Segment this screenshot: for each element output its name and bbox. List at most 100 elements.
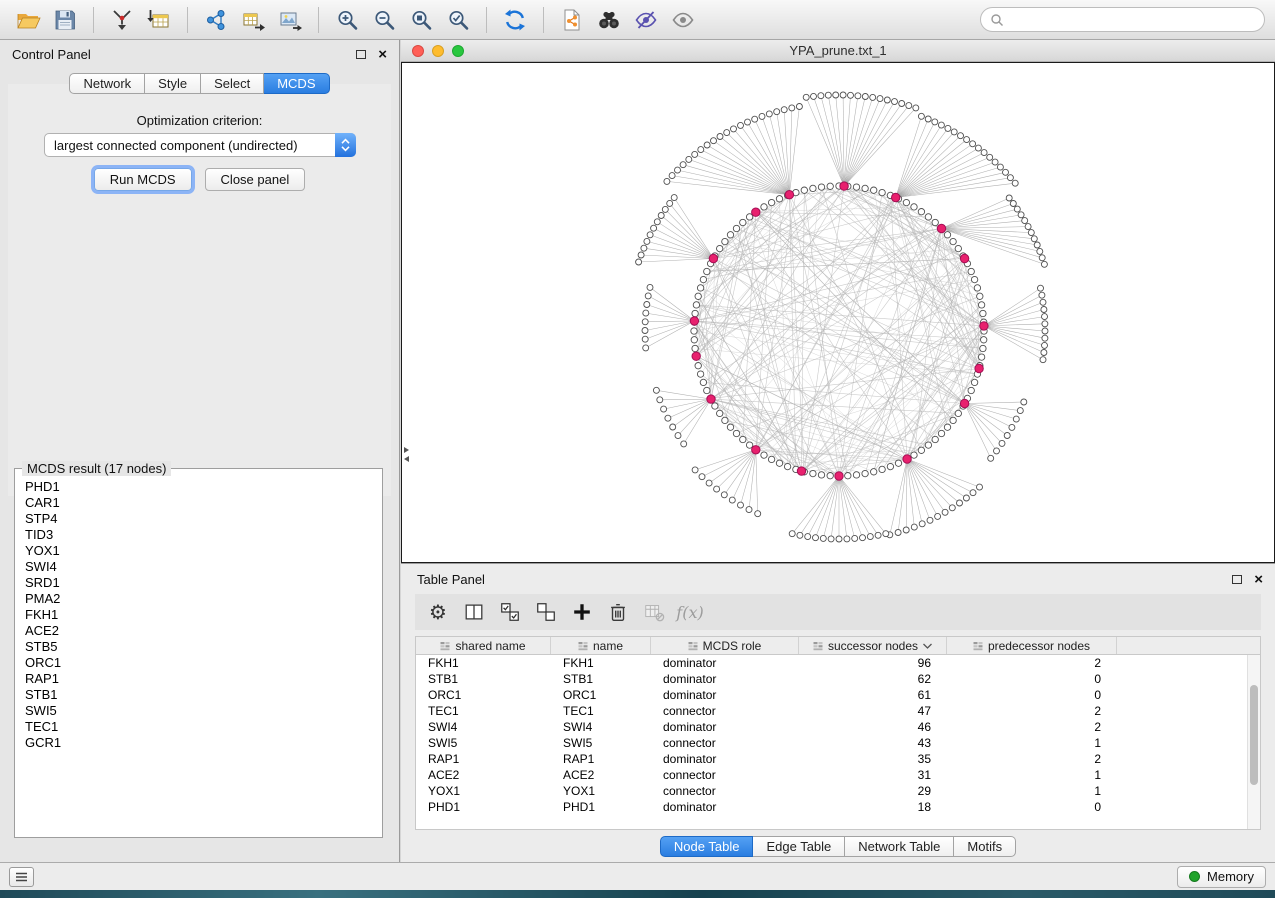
- table-row[interactable]: RAP1RAP1dominator352: [416, 751, 1260, 767]
- chevron-down-icon: [923, 643, 932, 649]
- sort-icon: [688, 641, 698, 651]
- column-chooser-button[interactable]: [459, 598, 489, 626]
- mcds-result-item[interactable]: CAR1: [25, 495, 382, 511]
- function-builder-button[interactable]: f(x): [675, 598, 705, 626]
- column-header-successor-nodes[interactable]: successor nodes: [799, 637, 947, 654]
- mcds-result-item[interactable]: TEC1: [25, 719, 382, 735]
- mcds-result-item[interactable]: SWI4: [25, 559, 382, 575]
- import-table-button[interactable]: [141, 4, 177, 36]
- mcds-result-item[interactable]: PMA2: [25, 591, 382, 607]
- zoom-window-button[interactable]: [452, 45, 464, 57]
- column-header-mcds-role[interactable]: MCDS role: [651, 637, 799, 654]
- tab-node-table[interactable]: Node Table: [660, 836, 754, 857]
- status-menu-button[interactable]: [9, 867, 34, 887]
- table-cell-name: TEC1: [551, 704, 651, 718]
- mcds-result-item[interactable]: SWI5: [25, 703, 382, 719]
- mcds-result-item[interactable]: GCR1: [25, 735, 382, 751]
- zoom-out-button[interactable]: [366, 4, 402, 36]
- table-row[interactable]: SWI5SWI5connector431: [416, 735, 1260, 751]
- select-stepper: [335, 133, 356, 157]
- scrollbar-thumb[interactable]: [1250, 685, 1258, 785]
- tab-edge-table[interactable]: Edge Table: [753, 836, 845, 857]
- run-mcds-button[interactable]: Run MCDS: [94, 168, 192, 191]
- close-panel-button[interactable]: Close panel: [205, 168, 306, 191]
- table-row[interactable]: STB1STB1dominator620: [416, 671, 1260, 687]
- import-table-disabled-button[interactable]: [639, 598, 669, 626]
- export-network-button[interactable]: [198, 4, 234, 36]
- table-row[interactable]: YOX1YOX1connector291: [416, 783, 1260, 799]
- table-row[interactable]: SWI4SWI4dominator462: [416, 719, 1260, 735]
- add-row-button[interactable]: [567, 598, 597, 626]
- mcds-result-item[interactable]: STB5: [25, 639, 382, 655]
- table-scrollbar[interactable]: [1247, 655, 1260, 829]
- tab-motifs[interactable]: Motifs: [954, 836, 1016, 857]
- close-panel-icon[interactable]: ×: [1254, 572, 1263, 587]
- close-panel-icon[interactable]: ×: [378, 47, 387, 62]
- table-cell-name: RAP1: [551, 752, 651, 766]
- table-row[interactable]: ACE2ACE2connector311: [416, 767, 1260, 783]
- zoom-reset-button[interactable]: [403, 4, 439, 36]
- analyzer-button[interactable]: [628, 4, 664, 36]
- toolbar-separator: [543, 7, 544, 33]
- tab-select[interactable]: Select: [201, 73, 264, 94]
- column-header-name[interactable]: name: [551, 637, 651, 654]
- mcds-result-item[interactable]: STP4: [25, 511, 382, 527]
- table-row[interactable]: FKH1FKH1dominator962: [416, 655, 1260, 671]
- import-network-button[interactable]: [104, 4, 140, 36]
- mcds-result-item[interactable]: YOX1: [25, 543, 382, 559]
- column-header-predecessor-nodes[interactable]: predecessor nodes: [947, 637, 1117, 654]
- mcds-result-list[interactable]: PHD1CAR1STP4TID3YOX1SWI4SRD1PMA2FKH1ACE2…: [15, 469, 382, 751]
- function-builder-icon: f(x): [676, 603, 703, 622]
- tab-network[interactable]: Network: [69, 73, 145, 94]
- open-file-button[interactable]: [10, 4, 46, 36]
- float-panel-icon[interactable]: [1232, 575, 1242, 584]
- table-cell-shared-name: FKH1: [416, 656, 551, 670]
- save-button[interactable]: [47, 4, 83, 36]
- minimize-window-button[interactable]: [432, 45, 444, 57]
- memory-status-icon: [1189, 871, 1200, 882]
- mcds-result-item[interactable]: STB1: [25, 687, 382, 703]
- refresh-layout-button[interactable]: [497, 4, 533, 36]
- memory-button[interactable]: Memory: [1177, 866, 1266, 888]
- mcds-result-item[interactable]: PHD1: [25, 479, 382, 495]
- deselect-all-button[interactable]: [531, 598, 561, 626]
- float-panel-icon[interactable]: [356, 50, 366, 59]
- zoom-in-button[interactable]: [329, 4, 365, 36]
- export-image-button[interactable]: [272, 4, 308, 36]
- table-cell-name: SWI5: [551, 736, 651, 750]
- search-input[interactable]: [1010, 12, 1255, 27]
- save-icon: [53, 8, 77, 32]
- mcds-result-item[interactable]: TID3: [25, 527, 382, 543]
- mcds-result-item[interactable]: SRD1: [25, 575, 382, 591]
- criterion-select[interactable]: largest connected component (undirected): [44, 133, 356, 157]
- export-network-icon: [204, 8, 228, 32]
- table-row[interactable]: PHD1PHD1dominator180: [416, 799, 1260, 815]
- splitter-collapse-buttons[interactable]: [403, 443, 410, 472]
- table-row[interactable]: TEC1TEC1connector472: [416, 703, 1260, 719]
- mcds-result-item[interactable]: ORC1: [25, 655, 382, 671]
- network-graph[interactable]: [402, 63, 1274, 562]
- network-canvas[interactable]: [401, 62, 1275, 563]
- mcds-result-item[interactable]: FKH1: [25, 607, 382, 623]
- mcds-result-item[interactable]: ACE2: [25, 623, 382, 639]
- table-cell-name: FKH1: [551, 656, 651, 670]
- table-settings-button[interactable]: ⚙: [423, 598, 453, 626]
- tab-style[interactable]: Style: [145, 73, 201, 94]
- visibility-button[interactable]: [665, 4, 701, 36]
- tab-mcds[interactable]: MCDS: [264, 73, 329, 94]
- tab-network-table[interactable]: Network Table: [845, 836, 954, 857]
- table-cell-role: connector: [651, 784, 799, 798]
- mcds-result-item[interactable]: RAP1: [25, 671, 382, 687]
- select-all-button[interactable]: [495, 598, 525, 626]
- table-cell-successors: 96: [799, 656, 947, 670]
- table-cell-shared-name: PHD1: [416, 800, 551, 814]
- network-window-titlebar[interactable]: YPA_prune.txt_1: [401, 40, 1275, 62]
- binoculars-button[interactable]: [591, 4, 627, 36]
- delete-row-button[interactable]: [603, 598, 633, 626]
- table-row[interactable]: ORC1ORC1dominator610: [416, 687, 1260, 703]
- close-window-button[interactable]: [412, 45, 424, 57]
- zoom-fit-button[interactable]: [440, 4, 476, 36]
- share-document-button[interactable]: [554, 4, 590, 36]
- export-table-button[interactable]: [235, 4, 271, 36]
- column-header-shared-name[interactable]: shared name: [416, 637, 551, 654]
